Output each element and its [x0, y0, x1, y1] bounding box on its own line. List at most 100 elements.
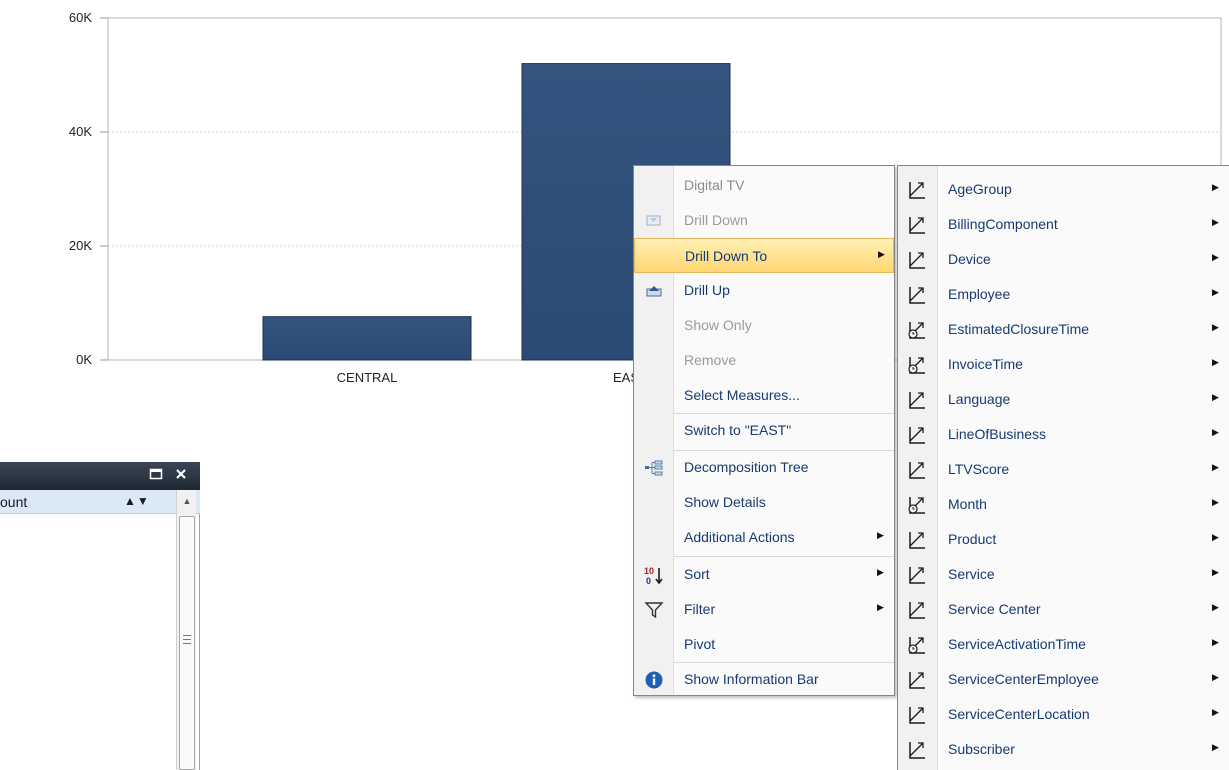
- hierarchy-icon: [906, 529, 928, 551]
- svg-text:10: 10: [644, 566, 654, 576]
- hierarchy-icon: [906, 424, 928, 446]
- menu-item-label: Sort: [684, 566, 710, 582]
- submenu-item[interactable]: Service ▶: [898, 557, 1229, 592]
- submenu-item-label: Product: [948, 531, 997, 547]
- menu-item-drill-down[interactable]: Drill Down: [634, 203, 894, 238]
- submenu-arrow-icon: ▶: [1212, 637, 1219, 647]
- menu-item-show-information-bar[interactable]: Show Information Bar: [634, 662, 894, 697]
- submenu-item[interactable]: Subscriber ▶: [898, 732, 1229, 767]
- menu-item-additional-actions[interactable]: Additional Actions ▶: [634, 520, 894, 555]
- menu-item-label: Show Only: [684, 317, 752, 333]
- hierarchy-icon: [906, 284, 928, 306]
- submenu-arrow-icon: ▶: [1212, 742, 1219, 752]
- submenu-item-label: AgeGroup: [948, 181, 1012, 197]
- scroll-up-icon[interactable]: ▲: [177, 492, 197, 510]
- time-hierarchy-icon: [906, 494, 928, 516]
- submenu-item[interactable]: Employee ▶: [898, 277, 1229, 312]
- menu-item-decomposition-tree[interactable]: Decomposition Tree: [634, 450, 894, 485]
- submenu-item-label: Employee: [948, 286, 1011, 302]
- sort-arrows-icon[interactable]: ▲▼: [124, 494, 150, 508]
- hierarchy-icon: [906, 459, 928, 481]
- y-tick-label: 20K: [69, 238, 92, 253]
- menu-item-show-only[interactable]: Show Only: [634, 308, 894, 343]
- column-header[interactable]: ount ▲▼: [0, 490, 200, 514]
- scroll-grip-icon: [183, 635, 191, 644]
- decomposition-tree-icon: [644, 458, 664, 478]
- submenu-arrow-icon: ▶: [1212, 322, 1219, 332]
- submenu-item-label: ServiceCenterEmployee: [948, 671, 1099, 687]
- menu-item-remove[interactable]: Remove: [634, 343, 894, 378]
- menu-item-sort[interactable]: 10 0 Sort ▶: [634, 557, 894, 592]
- menu-item-drill-up[interactable]: Drill Up: [634, 273, 894, 308]
- submenu-arrow-icon: ▶: [877, 567, 884, 577]
- submenu-arrow-icon: ▶: [1212, 462, 1219, 472]
- submenu-arrow-icon: ▶: [1212, 707, 1219, 717]
- drill-down-icon: [644, 211, 664, 231]
- maximize-icon[interactable]: [148, 467, 164, 483]
- submenu-item[interactable]: LineOfBusiness ▶: [898, 417, 1229, 452]
- submenu-item[interactable]: LTVScore ▶: [898, 452, 1229, 487]
- y-tick-label: 60K: [69, 10, 92, 25]
- info-icon: [644, 670, 664, 690]
- submenu-item[interactable]: ServiceCenterLocation ▶: [898, 697, 1229, 732]
- submenu-arrow-icon: ▶: [1212, 532, 1219, 542]
- submenu-item[interactable]: Device ▶: [898, 242, 1229, 277]
- context-menu: Digital TV Drill Down Drill Down To ▶ Dr…: [633, 165, 895, 696]
- submenu-item-label: ServiceActivationTime: [948, 636, 1086, 652]
- submenu-item[interactable]: Language ▶: [898, 382, 1229, 417]
- submenu-item-label: EstimatedClosureTime: [948, 321, 1090, 337]
- submenu-item[interactable]: Service Center ▶: [898, 592, 1229, 627]
- menu-item-label: Show Details: [684, 494, 766, 510]
- submenu-item[interactable]: ServiceActivationTime ▶: [898, 627, 1229, 662]
- submenu-arrow-icon: ▶: [1212, 287, 1219, 297]
- submenu-arrow-icon: ▶: [1212, 567, 1219, 577]
- menu-item-label: Switch to "EAST": [684, 422, 792, 438]
- submenu-item[interactable]: BillingComponent ▶: [898, 207, 1229, 242]
- submenu-item[interactable]: Product ▶: [898, 522, 1229, 557]
- menu-item-label: Decomposition Tree: [684, 459, 809, 475]
- submenu-arrow-icon: ▶: [878, 249, 885, 259]
- vertical-scrollbar[interactable]: ▲: [176, 490, 196, 770]
- context-menu-header: Digital TV: [634, 168, 894, 203]
- menu-item-filter[interactable]: Filter ▶: [634, 592, 894, 627]
- submenu-arrow-icon: ▶: [1212, 182, 1219, 192]
- submenu-item[interactable]: Month ▶: [898, 487, 1229, 522]
- menu-item-switch-to-east[interactable]: Switch to "EAST": [634, 413, 894, 448]
- submenu-arrow-icon: ▶: [1212, 217, 1219, 227]
- menu-item-select-measures[interactable]: Select Measures...: [634, 378, 894, 413]
- drill-down-to-submenu: AgeGroup ▶ BillingComponent ▶ Device ▶ Employe…: [897, 165, 1229, 770]
- submenu-item[interactable]: AgeGroup ▶: [898, 172, 1229, 207]
- submenu-item-label: Service Center: [948, 601, 1041, 617]
- hierarchy-icon: [906, 669, 928, 691]
- submenu-arrow-icon: ▶: [1212, 252, 1219, 262]
- scroll-thumb[interactable]: [179, 516, 195, 770]
- submenu-item[interactable]: ServiceCenterEmployee ▶: [898, 662, 1229, 697]
- svg-text:0: 0: [646, 576, 651, 586]
- menu-item-show-details[interactable]: Show Details: [634, 485, 894, 520]
- hierarchy-icon: [906, 389, 928, 411]
- submenu-item[interactable]: EstimatedClosureTime ▶: [898, 312, 1229, 347]
- filter-icon: [644, 600, 664, 620]
- menu-item-label: Additional Actions: [684, 529, 795, 545]
- hierarchy-icon: [906, 599, 928, 621]
- menu-item-label: Select Measures...: [684, 387, 800, 403]
- hierarchy-icon: [906, 739, 928, 761]
- hierarchy-icon: [906, 564, 928, 586]
- submenu-item-label: Month: [948, 496, 987, 512]
- menu-item-drill-down-to[interactable]: Drill Down To ▶: [634, 238, 894, 273]
- submenu-item-label: Service: [948, 566, 995, 582]
- submenu-item-label: LineOfBusiness: [948, 426, 1047, 442]
- menu-item-pivot[interactable]: Pivot: [634, 627, 894, 662]
- menu-item-label: Filter: [684, 601, 716, 617]
- close-icon[interactable]: [173, 467, 189, 483]
- menu-item-label: Drill Down: [684, 212, 748, 228]
- submenu-item-label: ServiceCenterLocation: [948, 706, 1090, 722]
- time-hierarchy-icon: [906, 634, 928, 656]
- bar-central[interactable]: [262, 316, 472, 361]
- submenu-item-label: Device: [948, 251, 991, 267]
- pane-titlebar: [0, 462, 200, 490]
- submenu-item-label: Subscriber: [948, 741, 1015, 757]
- submenu-arrow-icon: ▶: [1212, 427, 1219, 437]
- submenu-item[interactable]: InvoiceTime ▶: [898, 347, 1229, 382]
- menu-item-label: Remove: [684, 352, 737, 368]
